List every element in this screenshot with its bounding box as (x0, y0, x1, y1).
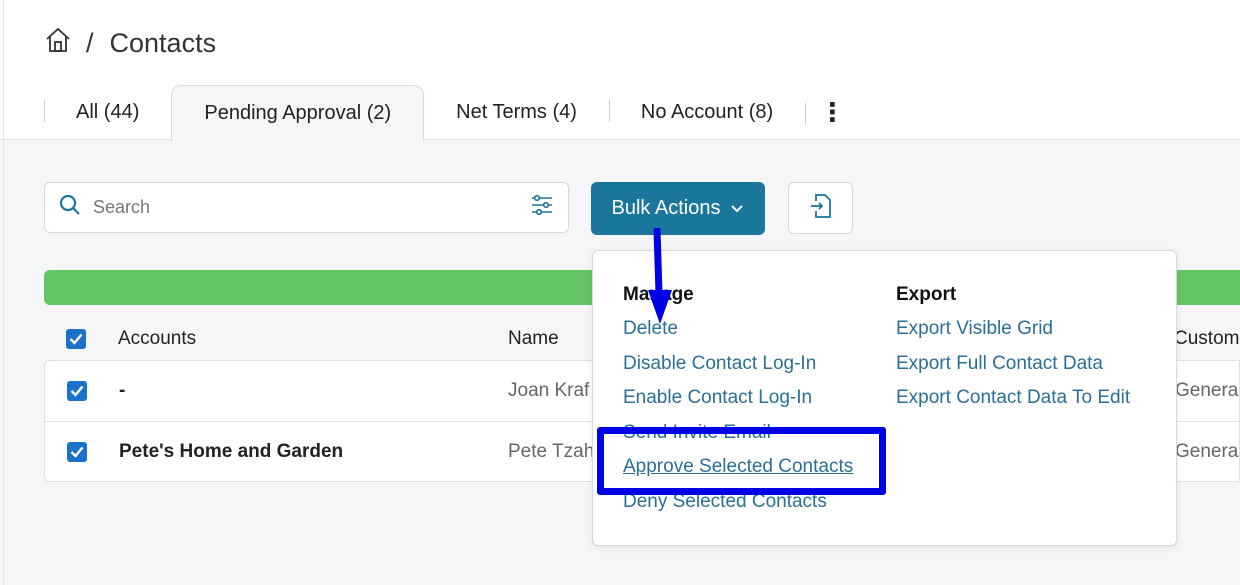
export-section: Export Export Visible Grid Export Full C… (896, 284, 1130, 416)
approve-selected-menu-item[interactable]: Approve Selected Contacts (623, 450, 853, 485)
tab-bar: All (44) Pending Approval (2) Net Terms … (44, 84, 845, 142)
account-cell: Pete's Home and Garden (119, 440, 344, 462)
column-custom[interactable]: Custom (1174, 328, 1239, 350)
column-accounts[interactable]: Accounts (118, 328, 196, 350)
page-title: Contacts (109, 28, 217, 58)
delete-menu-item[interactable]: Delete (623, 312, 853, 347)
divider (3, 0, 4, 585)
search-icon (59, 194, 81, 221)
search-input[interactable] (93, 197, 530, 218)
account-cell: - (119, 380, 126, 401)
export-button[interactable] (788, 182, 853, 234)
home-icon[interactable] (44, 26, 72, 61)
enable-login-menu-item[interactable]: Enable Contact Log-In (623, 381, 853, 416)
tab-pending-approval[interactable]: Pending Approval (2) (171, 84, 425, 142)
manage-section: Manage Delete Disable Contact Log-In Ena… (623, 284, 853, 519)
send-invite-menu-item[interactable]: Send Invite Email (623, 416, 853, 451)
tab-all[interactable]: All (44) (44, 84, 171, 141)
row-checkbox[interactable] (67, 381, 87, 401)
row-checkbox[interactable] (67, 441, 87, 462)
custom-cell: Genera (1175, 380, 1239, 401)
more-tabs-icon[interactable]: ⋮ (805, 97, 845, 128)
filter-icon[interactable] (530, 193, 554, 222)
tab-no-account[interactable]: No Account (8) (608, 84, 805, 141)
chevron-down-icon (730, 197, 744, 220)
export-full-data-menu-item[interactable]: Export Full Contact Data (896, 347, 1130, 382)
breadcrumb-separator: / (86, 28, 94, 58)
manage-heading: Manage (623, 284, 694, 305)
file-import-icon (810, 193, 832, 224)
export-data-to-edit-menu-item[interactable]: Export Contact Data To Edit (896, 381, 1130, 416)
select-all-checkbox[interactable] (66, 329, 86, 349)
name-cell: Joan Kraf (508, 380, 590, 401)
column-name[interactable]: Name (508, 328, 559, 350)
custom-cell: Genera (1175, 440, 1239, 462)
bulk-actions-label: Bulk Actions (611, 197, 721, 219)
breadcrumb: / Contacts (44, 26, 216, 61)
name-cell: Pete Tzah (508, 440, 595, 462)
export-visible-grid-menu-item[interactable]: Export Visible Grid (896, 312, 1130, 347)
tab-net-terms[interactable]: Net Terms (4) (424, 84, 609, 141)
export-heading: Export (896, 284, 957, 305)
bulk-actions-button[interactable]: Bulk Actions (591, 182, 765, 235)
bulk-actions-menu: Manage Delete Disable Contact Log-In Ena… (592, 250, 1177, 546)
search-box (44, 182, 569, 233)
deny-selected-menu-item[interactable]: Deny Selected Contacts (623, 485, 853, 520)
disable-login-menu-item[interactable]: Disable Contact Log-In (623, 347, 853, 382)
